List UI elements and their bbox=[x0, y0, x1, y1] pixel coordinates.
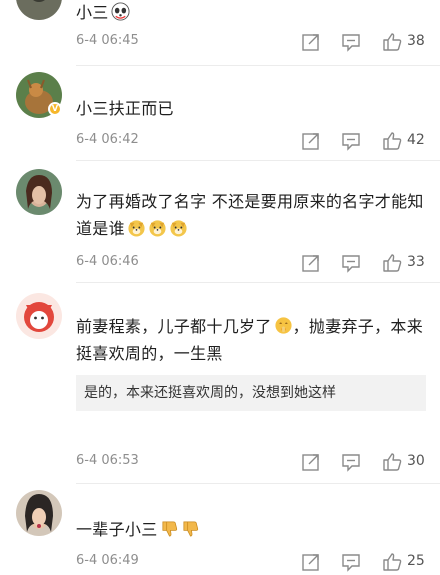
comment-icon[interactable] bbox=[340, 252, 362, 274]
divider bbox=[76, 282, 440, 283]
like-icon[interactable] bbox=[381, 551, 403, 573]
like-count: 33 bbox=[407, 254, 425, 270]
thumbs-down-emoji bbox=[160, 519, 179, 538]
like-count: 30 bbox=[407, 453, 425, 469]
comment-time: 6-4 06:46 bbox=[76, 254, 139, 269]
comment-time: 6-4 06:53 bbox=[76, 453, 139, 468]
comment-icon[interactable] bbox=[340, 31, 362, 53]
comment-text: 一辈子小三 bbox=[76, 516, 426, 543]
avatar[interactable] bbox=[16, 293, 62, 339]
share-icon[interactable] bbox=[300, 130, 322, 152]
comment-icon[interactable] bbox=[340, 451, 362, 473]
comment-meta: 6-4 06:42 42 bbox=[76, 130, 440, 152]
avatar[interactable] bbox=[16, 169, 62, 215]
comment-meta: 6-4 06:53 30 bbox=[76, 451, 440, 473]
share-icon[interactable] bbox=[300, 451, 322, 473]
doge-emoji bbox=[127, 218, 146, 237]
comment-icon[interactable] bbox=[340, 130, 362, 152]
share-icon[interactable] bbox=[300, 551, 322, 573]
shush-emoji bbox=[274, 316, 293, 335]
comment-time: 6-4 06:49 bbox=[76, 553, 139, 568]
comment-text: 小三扶正而已 bbox=[76, 99, 174, 118]
doge-emoji bbox=[148, 218, 167, 237]
like-count: 25 bbox=[407, 553, 425, 569]
comment-text: 为了再婚改了名字 不还是要用原来的名字才能知道是谁 bbox=[76, 192, 424, 238]
divider bbox=[76, 160, 440, 161]
comment-meta: 6-4 06:45 38 bbox=[76, 31, 440, 53]
divider bbox=[76, 483, 440, 484]
share-icon[interactable] bbox=[300, 31, 322, 53]
share-icon[interactable] bbox=[300, 252, 322, 274]
avatar[interactable] bbox=[16, 0, 62, 20]
reply-preview[interactable]: 是的，本来还挺喜欢周的，没想到她这样 bbox=[76, 375, 426, 411]
doge-emoji bbox=[169, 218, 188, 237]
comment-time: 6-4 06:45 bbox=[76, 33, 139, 48]
panda-face-emoji bbox=[111, 2, 130, 21]
thumbs-down-emoji bbox=[181, 519, 200, 538]
like-count: 42 bbox=[407, 132, 425, 148]
comment-text: 前妻程素，儿子都十几岁了 ，抛妻弃子，本来挺喜欢周的，一生黑 bbox=[76, 316, 424, 363]
divider bbox=[76, 65, 440, 66]
like-icon[interactable] bbox=[381, 451, 403, 473]
like-icon[interactable] bbox=[381, 31, 403, 53]
reply-text: 是的，本来还挺喜欢周的，没想到她这样 bbox=[84, 385, 336, 401]
like-count: 38 bbox=[407, 33, 425, 49]
like-icon[interactable] bbox=[381, 130, 403, 152]
comment-meta: 6-4 06:46 33 bbox=[76, 252, 440, 274]
comment-meta: 6-4 06:49 25 bbox=[76, 551, 440, 573]
like-icon[interactable] bbox=[381, 252, 403, 274]
avatar[interactable] bbox=[16, 490, 62, 536]
verified-badge-icon: V bbox=[48, 102, 62, 116]
comment-icon[interactable] bbox=[340, 551, 362, 573]
comment-time: 6-4 06:42 bbox=[76, 132, 139, 147]
comment-text: 小三 bbox=[76, 0, 426, 26]
